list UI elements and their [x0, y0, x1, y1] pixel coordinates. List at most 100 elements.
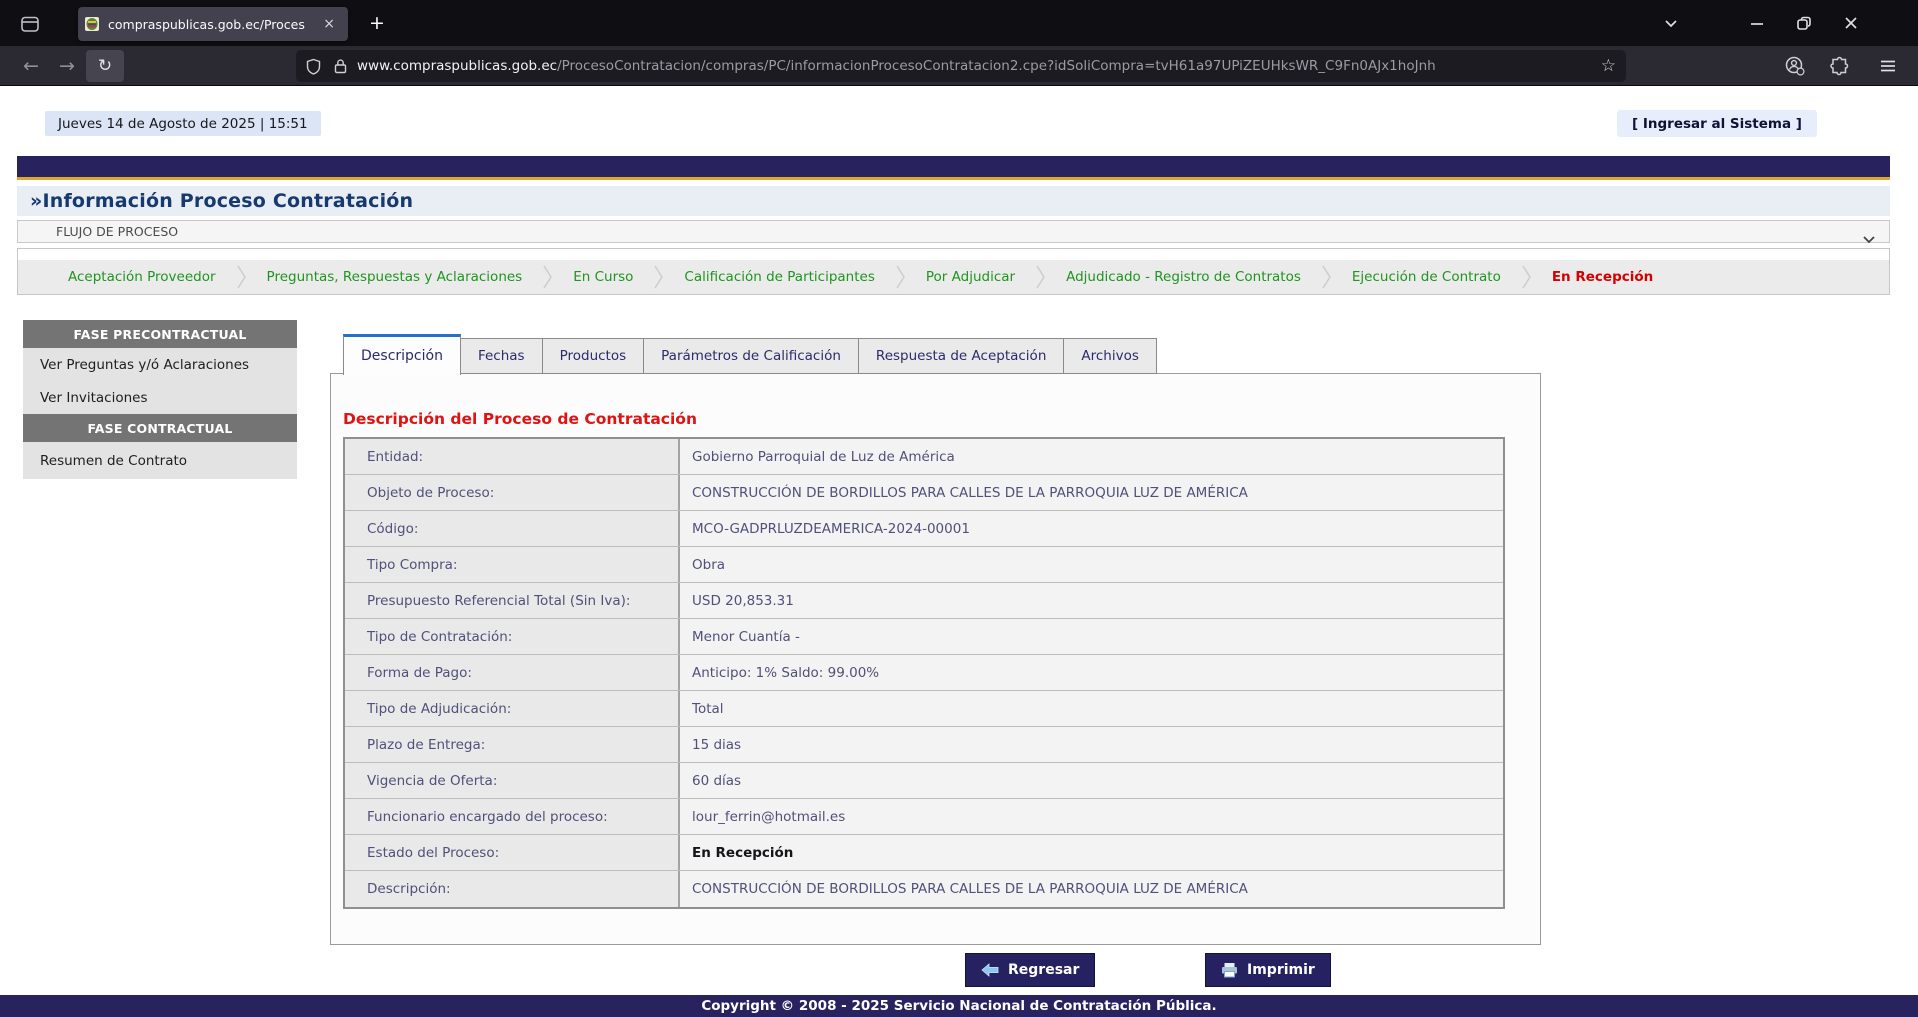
- extensions-puzzle-icon[interactable]: [1824, 52, 1856, 80]
- tab-productos[interactable]: Productos: [542, 338, 645, 374]
- url-path: /ProcesoContratacion/compras/PC/informac…: [557, 58, 1436, 74]
- lock-icon[interactable]: [334, 58, 347, 74]
- browser-tab-bar: compraspublicas.gob.ec/Proces × +: [0, 0, 1918, 46]
- row-value: USD 20,853.31: [680, 583, 1503, 618]
- step-aceptacion-proveedor: Aceptación Proveedor: [68, 269, 216, 285]
- sidebar-items-contractual: Resumen de Contrato: [23, 442, 297, 479]
- table-row: Tipo de Adjudicación:Total: [345, 691, 1503, 727]
- tab-descripcion[interactable]: Descripción: [343, 334, 461, 375]
- chevron-right-icon: [542, 264, 553, 290]
- sidebar-item-ver-invitaciones[interactable]: Ver Invitaciones: [23, 381, 297, 414]
- datetime-display: Jueves 14 de Agosto de 2025 | 15:51: [45, 111, 321, 136]
- browser-tab[interactable]: compraspublicas.gob.ec/Proces ×: [78, 7, 348, 41]
- login-link[interactable]: [ Ingresar al Sistema ]: [1617, 110, 1817, 137]
- reload-button[interactable]: ↻: [86, 50, 124, 82]
- process-flow-dropdown[interactable]: FLUJO DE PROCESO: [17, 220, 1890, 243]
- window-close-button[interactable]: [1834, 8, 1868, 38]
- imprimir-label: Imprimir: [1247, 962, 1315, 978]
- firefox-view-icon[interactable]: [14, 11, 46, 37]
- chevron-right-icon: [1521, 264, 1532, 290]
- page-title: »Información Proceso Contratación: [17, 190, 413, 212]
- regresar-label: Regresar: [1008, 962, 1079, 978]
- sidebar-item-ver-preguntas[interactable]: Ver Preguntas y/ó Aclaraciones: [23, 348, 297, 381]
- table-row: Entidad:Gobierno Parroquial de Luz de Am…: [345, 439, 1503, 475]
- url-text[interactable]: www.compraspublicas.gob.ec/ProcesoContra…: [357, 58, 1593, 74]
- step-en-recepcion-current: En Recepción: [1552, 269, 1653, 285]
- new-tab-button[interactable]: +: [362, 9, 392, 37]
- row-label: Tipo Compra:: [345, 547, 680, 582]
- row-value: lour_ferrin@hotmail.es: [680, 799, 1503, 834]
- row-label: Tipo de Contratación:: [345, 619, 680, 654]
- url-domain: www.compraspublicas.gob.ec: [357, 58, 557, 74]
- printer-icon: [1221, 962, 1238, 978]
- sidebar-section-precontractual: FASE PRECONTRACTUAL: [23, 320, 297, 348]
- row-value: CONSTRUCCIÓN DE BORDILLOS PARA CALLES DE…: [680, 871, 1503, 907]
- sidebar-item-resumen-contrato[interactable]: Resumen de Contrato: [23, 442, 297, 479]
- chevron-down-icon[interactable]: [1863, 229, 1875, 248]
- table-row: Tipo de Contratación:Menor Cuantía -: [345, 619, 1503, 655]
- row-label: Tipo de Adjudicación:: [345, 691, 680, 726]
- header-band: [17, 156, 1890, 177]
- url-bar[interactable]: www.compraspublicas.gob.ec/ProcesoContra…: [296, 50, 1626, 82]
- tab-close-icon[interactable]: ×: [318, 14, 340, 34]
- shield-icon[interactable]: [306, 58, 321, 75]
- table-row: Objeto de Proceso:CONSTRUCCIÓN DE BORDIL…: [345, 475, 1503, 511]
- table-row: Presupuesto Referencial Total (Sin Iva):…: [345, 583, 1503, 619]
- row-label: Objeto de Proceso:: [345, 475, 680, 510]
- tab-archivos[interactable]: Archivos: [1063, 338, 1157, 374]
- window-minimize-button[interactable]: [1740, 8, 1774, 38]
- row-label: Plazo de Entrega:: [345, 727, 680, 762]
- site-favicon-icon: [84, 16, 100, 32]
- row-label: Entidad:: [345, 439, 680, 474]
- window-restore-button[interactable]: [1787, 8, 1821, 38]
- back-button[interactable]: ←: [16, 52, 46, 80]
- table-row: Forma de Pago:Anticipo: 1% Saldo: 99.00%: [345, 655, 1503, 691]
- step-ejecucion: Ejecución de Contrato: [1352, 269, 1501, 285]
- row-value: Anticipo: 1% Saldo: 99.00%: [680, 655, 1503, 690]
- footer: Copyright © 2008 - 2025 Servicio Naciona…: [0, 995, 1918, 1017]
- table-row: Funcionario encargado del proceso:lour_f…: [345, 799, 1503, 835]
- row-label: Presupuesto Referencial Total (Sin Iva):: [345, 583, 680, 618]
- account-icon[interactable]: [1779, 52, 1811, 80]
- table-row: Vigencia de Oferta:60 días: [345, 763, 1503, 799]
- step-preguntas: Preguntas, Respuestas y Aclaraciones: [267, 269, 523, 285]
- row-value: 60 días: [680, 763, 1503, 798]
- row-value-estado: En Recepción: [680, 835, 1503, 870]
- process-flow-label: FLUJO DE PROCESO: [18, 224, 178, 239]
- row-label: Estado del Proceso:: [345, 835, 680, 870]
- chevron-right-icon: [236, 264, 247, 290]
- row-value: CONSTRUCCIÓN DE BORDILLOS PARA CALLES DE…: [680, 475, 1503, 510]
- tab-list-chevron-icon[interactable]: [1654, 8, 1688, 38]
- row-label: Funcionario encargado del proceso:: [345, 799, 680, 834]
- table-row: Estado del Proceso:En Recepción: [345, 835, 1503, 871]
- row-value: MCO-GADPRLUZDEAMERICA-2024-00001: [680, 511, 1503, 546]
- row-value: Gobierno Parroquial de Luz de América: [680, 439, 1503, 474]
- tab-respuesta-aceptacion[interactable]: Respuesta de Aceptación: [858, 338, 1064, 374]
- row-label: Descripción:: [345, 871, 680, 907]
- tab-fechas[interactable]: Fechas: [460, 338, 543, 374]
- row-label: Vigencia de Oferta:: [345, 763, 680, 798]
- sidebar-section-contractual: FASE CONTRACTUAL: [23, 414, 297, 442]
- chevron-right-icon: [1321, 264, 1332, 290]
- regresar-button[interactable]: Regresar: [965, 953, 1095, 987]
- row-label: Código:: [345, 511, 680, 546]
- copyright-text: Copyright © 2008 - 2025 Servicio Naciona…: [701, 998, 1216, 1014]
- chevron-right-icon: [1035, 264, 1046, 290]
- table-row: Código:MCO-GADPRLUZDEAMERICA-2024-00001: [345, 511, 1503, 547]
- step-adjudicado: Adjudicado - Registro de Contratos: [1066, 269, 1301, 285]
- process-steps-bar: Aceptación Proveedor Preguntas, Respuest…: [18, 260, 1889, 294]
- imprimir-button[interactable]: Imprimir: [1205, 953, 1331, 987]
- bookmark-star-icon[interactable]: ☆: [1601, 56, 1616, 76]
- menu-hamburger-icon[interactable]: [1872, 52, 1904, 80]
- title-strip: »Información Proceso Contratación: [17, 186, 1890, 216]
- detail-heading: Descripción del Proceso de Contratación: [343, 410, 697, 428]
- process-steps-container: Aceptación Proveedor Preguntas, Respuest…: [17, 248, 1890, 295]
- chevron-right-icon: [895, 264, 906, 290]
- tab-parametros-calificacion[interactable]: Parámetros de Calificación: [643, 338, 859, 374]
- forward-button[interactable]: →: [52, 52, 82, 80]
- chevron-right-icon: [653, 264, 664, 290]
- back-arrow-icon: [981, 963, 999, 977]
- row-label: Forma de Pago:: [345, 655, 680, 690]
- step-por-adjudicar: Por Adjudicar: [926, 269, 1015, 285]
- detail-tabs: Descripción Fechas Productos Parámetros …: [344, 333, 1157, 374]
